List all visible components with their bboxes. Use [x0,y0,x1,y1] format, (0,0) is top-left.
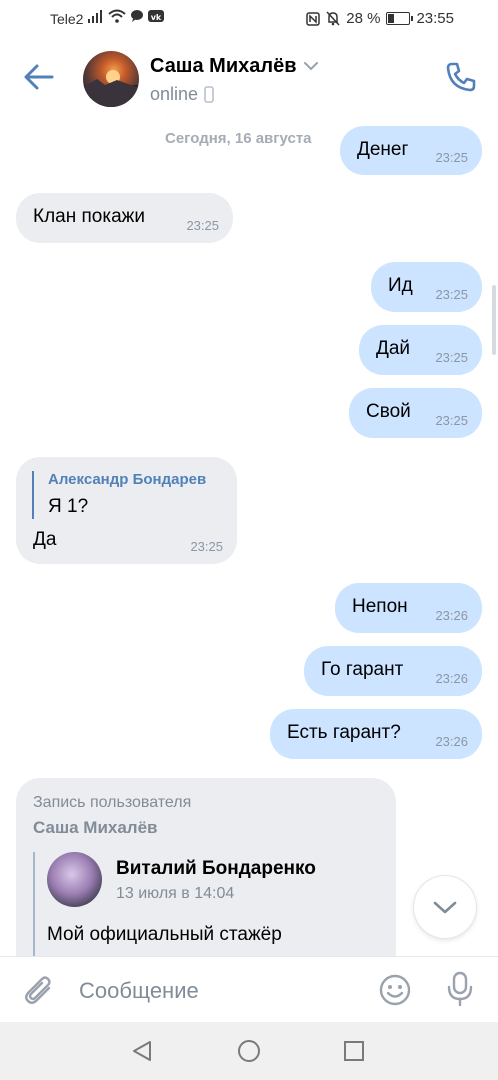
chat-notification-icon [131,10,143,22]
message-bubble[interactable]: Дай 23:25 [359,325,482,375]
chevron-down-icon[interactable] [304,62,319,71]
battery-icon [386,12,414,25]
message-bubble[interactable]: Непон 23:26 [335,583,482,633]
message-time: 23:25 [435,413,468,428]
phone-call-icon[interactable] [444,60,478,94]
message-text: Ид [388,275,413,296]
repost-inner-text: Мой официальный стажёр [47,924,282,945]
message-input[interactable]: Сообщение [79,978,199,1004]
reply-author[interactable]: Александр Бондарев [48,471,206,488]
back-arrow-icon[interactable] [22,60,56,94]
message-text: Денег [357,139,409,160]
chat-header: Саша Михалёв online [0,38,498,118]
message-text: Дай [376,338,411,359]
clock: 23:55 [416,10,454,27]
message-time: 23:25 [186,218,219,233]
date-separator: Сегодня, 16 августа [165,130,312,147]
chevron-down-icon [433,901,457,914]
repost-quote-bar [33,852,35,962]
message-time: 23:25 [435,150,468,165]
message-bubble[interactable]: Го гарант 23:26 [304,646,482,696]
message-time: 23:26 [435,671,468,686]
battery-percent: 28 % [346,10,381,27]
message-bubble[interactable]: Клан покажи 23:25 [16,193,233,243]
paperclip-icon[interactable] [22,973,56,1007]
system-navigation-bar [0,1022,498,1080]
message-text: Го гарант [321,659,404,680]
carrier-label: Tele2 [50,11,84,27]
repost-author-avatar[interactable] [47,852,102,907]
repost-inner-author[interactable]: Виталий Бондаренко [116,858,316,880]
message-text: Есть гарант? [287,722,401,743]
message-time: 23:25 [190,539,223,554]
wifi-icon [108,9,126,23]
online-status: online [150,84,199,104]
message-composer: Сообщение [0,956,498,1023]
message-bubble[interactable]: Ид 23:25 [371,262,482,312]
message-bubble[interactable]: Денег 23:25 [340,126,482,175]
vk-notification-icon: vk [148,10,164,22]
message-text: Да [33,529,57,550]
contact-name[interactable]: Саша Михалёв [150,55,296,78]
status-bar: Tele2 vk 28 % 23:55 [0,0,498,38]
message-time: 23:26 [435,734,468,749]
mute-icon [326,11,340,26]
reply-quote-bar [32,471,34,519]
signal-icon [88,10,102,23]
reply-message-bubble[interactable]: Александр Бондарев Я 1? Да 23:25 [16,457,237,564]
nfc-icon [306,11,320,26]
reply-quoted-text: Я 1? [48,496,89,517]
svg-text:vk: vk [151,13,162,22]
message-time: 23:25 [435,350,468,365]
message-time: 23:25 [435,287,468,302]
message-text: Свой [366,401,411,422]
emoji-icon[interactable] [378,973,412,1007]
microphone-icon[interactable] [443,971,477,1007]
nav-back-icon[interactable] [130,1039,154,1063]
repost-label: Запись пользователя [33,794,192,811]
message-text: Клан покажи [33,206,145,227]
repost-author[interactable]: Саша Михалёв [33,818,158,838]
nav-home-icon[interactable] [237,1039,261,1063]
message-bubble[interactable]: Есть гарант? 23:26 [270,709,482,759]
message-time: 23:26 [435,608,468,623]
mobile-device-icon [204,86,214,103]
message-bubble[interactable]: Свой 23:25 [349,388,482,438]
scrollbar[interactable] [492,285,496,355]
scroll-to-bottom-button[interactable] [414,876,476,938]
repost-inner-date: 13 июля в 14:04 [116,885,235,902]
message-text: Непон [352,596,408,617]
contact-avatar[interactable] [83,51,139,107]
nav-recents-icon[interactable] [342,1039,366,1063]
